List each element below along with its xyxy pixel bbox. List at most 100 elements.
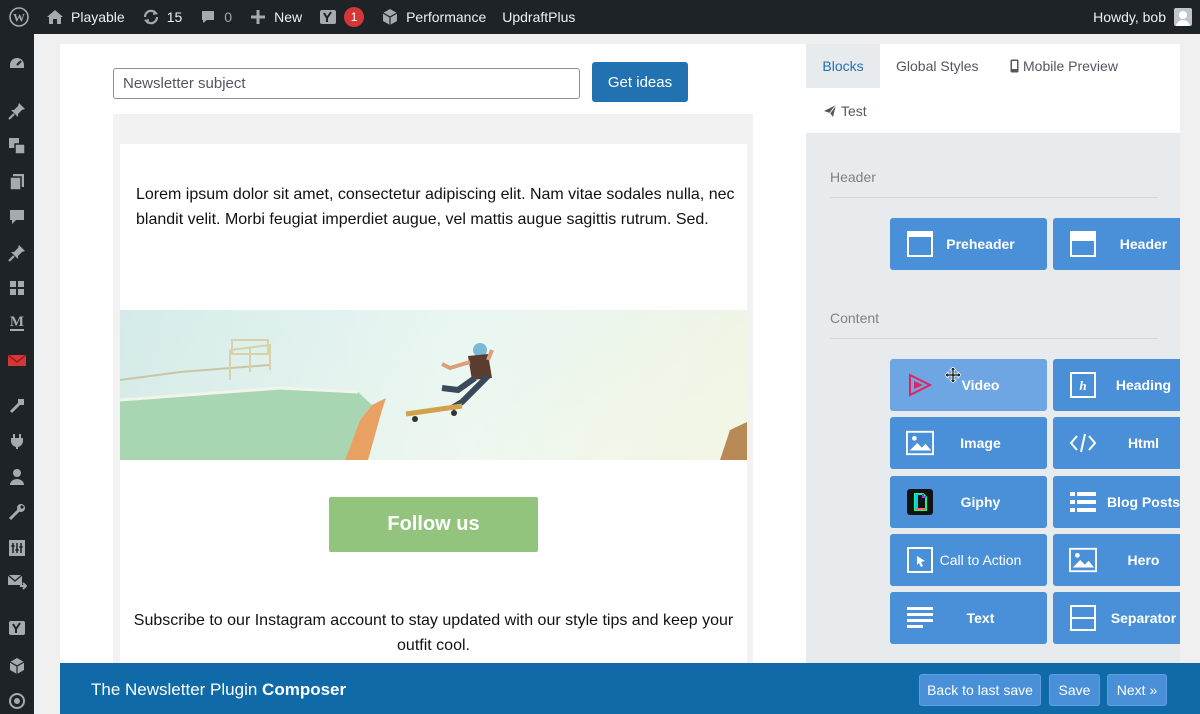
block-header-label: Header xyxy=(1119,236,1168,252)
block-separator-label: Separator xyxy=(1110,610,1177,626)
newsletter-subject-input[interactable] xyxy=(113,68,580,99)
block-video[interactable]: Video xyxy=(890,359,1047,411)
section-header-divider xyxy=(830,197,1158,198)
tab-blocks-label: Blocks xyxy=(822,58,864,74)
paper-plane-icon xyxy=(823,104,837,118)
yoast-menu[interactable]: 1 xyxy=(310,0,372,34)
block-image[interactable]: Image xyxy=(890,417,1047,469)
tab-mobile-preview[interactable]: Mobile Preview xyxy=(1010,44,1118,88)
updraftplus-label: UpdraftPlus xyxy=(502,9,576,25)
block-text[interactable]: Text xyxy=(890,592,1047,644)
comments-icon[interactable] xyxy=(7,207,27,227)
new-content-link[interactable]: New xyxy=(240,0,310,34)
home-icon xyxy=(45,7,65,27)
footer-title-prefix: The Newsletter Plugin xyxy=(91,680,258,699)
block-giphy[interactable]: Giphy xyxy=(890,476,1047,528)
get-ideas-button[interactable]: Get ideas xyxy=(592,62,688,102)
admin-bar: W Playable 15 0 New 1 Performance Updraf… xyxy=(0,0,1200,34)
block-hero-label: Hero xyxy=(1127,552,1160,568)
settings-sliders-icon[interactable] xyxy=(7,538,27,558)
pages-icon[interactable] xyxy=(7,172,27,192)
appearance-icon[interactable] xyxy=(7,396,27,416)
block-preheader[interactable]: Preheader xyxy=(890,218,1047,270)
collapse-menu-icon[interactable] xyxy=(7,691,27,711)
block-header[interactable]: Header xyxy=(1053,218,1180,270)
heading-icon: h xyxy=(1069,371,1097,399)
posts-pin-icon[interactable] xyxy=(7,101,27,121)
media-icon[interactable] xyxy=(7,136,27,156)
yoast-seo-icon[interactable] xyxy=(7,618,27,638)
tools-wrench-icon[interactable] xyxy=(7,502,27,522)
block-blog-posts-label: Blog Posts xyxy=(1106,494,1180,510)
performance-cube-icon xyxy=(380,7,400,27)
newsletter-composer: Get ideas Lorem ipsum dolor sit amet, co… xyxy=(60,44,1180,664)
mail-send-icon[interactable] xyxy=(7,572,27,592)
save-button[interactable]: Save xyxy=(1049,674,1100,706)
video-icon xyxy=(906,371,934,399)
yoast-icon xyxy=(318,7,338,27)
tab-global-styles-label: Global Styles xyxy=(896,58,979,74)
comments-link[interactable]: 0 xyxy=(190,0,240,34)
site-name: Playable xyxy=(71,9,125,25)
block-call-to-action[interactable]: Call to Action xyxy=(890,534,1047,586)
move-cursor-icon xyxy=(944,366,962,386)
follow-us-button[interactable]: Follow us xyxy=(329,497,538,552)
subscribe-text[interactable]: Subscribe to our Instagram account to st… xyxy=(120,608,747,658)
blocks-grid-icon[interactable] xyxy=(7,278,27,298)
separator-icon xyxy=(1069,604,1097,632)
tab-blocks[interactable]: Blocks xyxy=(806,44,880,88)
image-icon xyxy=(906,429,934,457)
block-text-label: Text xyxy=(966,610,995,626)
footer-title: The Newsletter Plugin Composer xyxy=(91,680,346,700)
tab-test[interactable]: Test xyxy=(823,89,867,133)
block-hero[interactable]: Hero xyxy=(1053,534,1180,586)
block-heading[interactable]: h Heading xyxy=(1053,359,1180,411)
header-icon xyxy=(1069,230,1097,258)
email-text-block[interactable]: Lorem ipsum dolor sit amet, consectetur … xyxy=(136,182,736,232)
panel-tabs: Blocks Global Styles Mobile Preview Test xyxy=(806,44,1180,133)
svg-text:M: M xyxy=(10,314,24,330)
footer-title-bold: Composer xyxy=(262,680,347,699)
performance-label: Performance xyxy=(406,9,487,25)
block-call-to-action-label: Call to Action xyxy=(939,552,1022,568)
section-content-divider xyxy=(830,338,1158,339)
comment-icon xyxy=(198,7,218,27)
comments-count: 0 xyxy=(224,9,233,25)
site-name-link[interactable]: Playable xyxy=(37,0,133,34)
composer-footer: The Newsletter Plugin Composer Back to l… xyxy=(60,663,1200,714)
mailpoet-m-icon[interactable]: M xyxy=(7,312,27,332)
block-preheader-label: Preheader xyxy=(946,236,1015,252)
next-button[interactable]: Next » xyxy=(1107,674,1167,706)
code-icon xyxy=(1069,429,1097,457)
updates-link[interactable]: 15 xyxy=(133,0,191,34)
giphy-icon xyxy=(906,488,934,516)
block-blog-posts[interactable]: Blog Posts xyxy=(1053,476,1180,528)
users-icon[interactable] xyxy=(7,467,27,487)
text-icon xyxy=(906,604,934,632)
performance-side-icon[interactable] xyxy=(7,656,27,676)
block-separator[interactable]: Separator xyxy=(1053,592,1180,644)
block-html[interactable]: Html xyxy=(1053,417,1180,469)
wordpress-logo-button[interactable]: W xyxy=(0,0,37,34)
refresh-icon xyxy=(141,7,161,27)
tab-global-styles[interactable]: Global Styles xyxy=(896,44,978,88)
dashboard-icon[interactable] xyxy=(7,54,27,74)
block-image-label: Image xyxy=(960,435,1001,451)
updates-count: 15 xyxy=(166,9,183,25)
block-giphy-label: Giphy xyxy=(960,494,1001,510)
performance-menu[interactable]: Performance xyxy=(372,0,494,34)
newsletter-envelope-icon[interactable] xyxy=(7,350,27,370)
plugins-icon[interactable] xyxy=(7,431,27,451)
avatar xyxy=(1174,8,1192,26)
greeting: Howdy, bob xyxy=(1093,9,1166,25)
account-menu[interactable]: Howdy, bob xyxy=(1085,0,1200,34)
mobile-icon xyxy=(1010,59,1019,73)
wordpress-icon: W xyxy=(9,7,29,27)
back-to-last-save-button[interactable]: Back to last save xyxy=(919,674,1041,706)
section-content-label: Content xyxy=(830,310,880,326)
yoast-badge: 1 xyxy=(344,7,365,27)
email-hero-image[interactable] xyxy=(120,310,747,460)
updraftplus-menu[interactable]: UpdraftPlus xyxy=(494,0,583,34)
svg-text:W: W xyxy=(13,11,25,25)
pin-icon[interactable] xyxy=(7,243,27,263)
